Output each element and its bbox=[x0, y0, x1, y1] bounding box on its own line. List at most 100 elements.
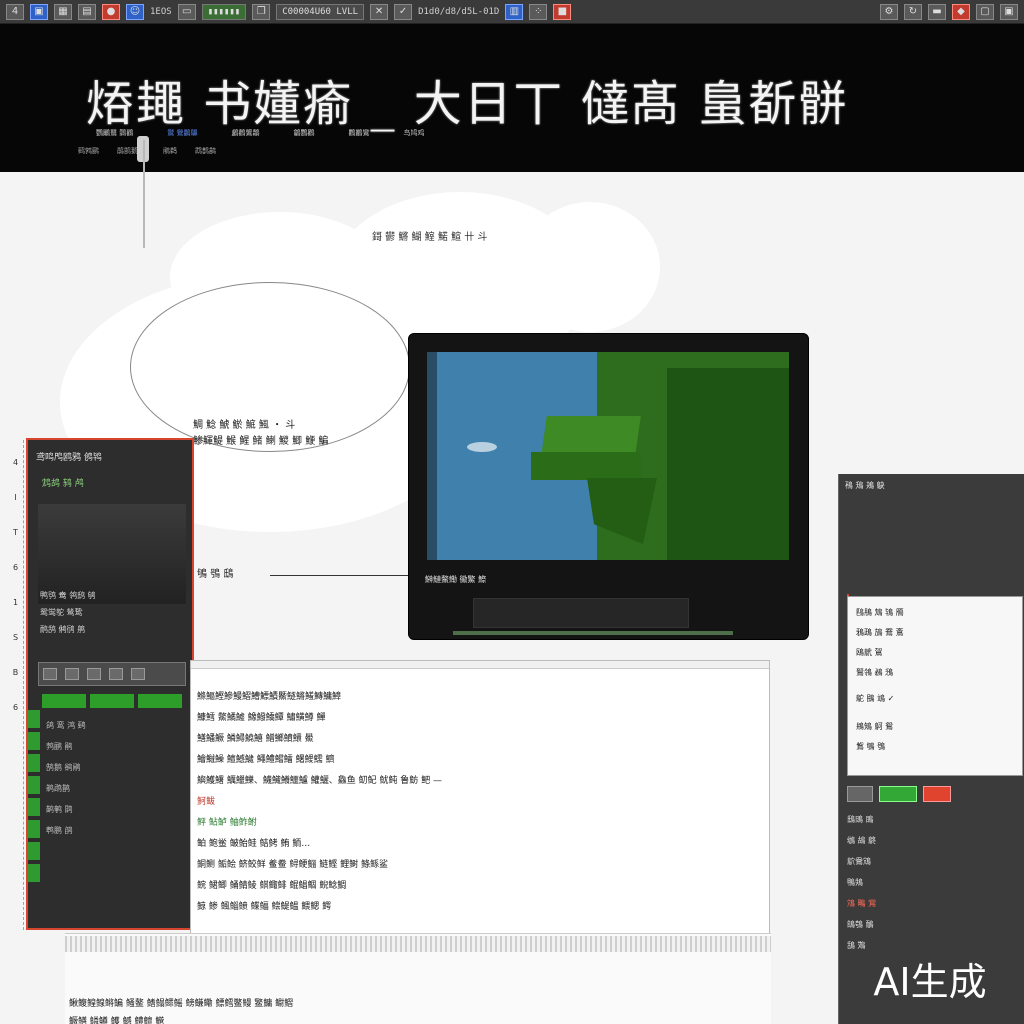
app-menu-button[interactable]: 4 bbox=[6, 3, 24, 20]
property-item[interactable]: 鴢 鴣 鴤 bbox=[847, 835, 876, 846]
thumbnail[interactable] bbox=[28, 732, 40, 750]
refresh-icon[interactable]: ↻ bbox=[904, 3, 922, 20]
image-icon[interactable]: ▤ bbox=[78, 3, 96, 20]
tool-icon[interactable] bbox=[131, 668, 145, 680]
cancel-button[interactable] bbox=[923, 786, 951, 802]
nav-item[interactable]: 鸟鸠鸡 bbox=[403, 128, 424, 138]
panel-status-bar bbox=[42, 694, 182, 708]
document-body: 鰷鰸鰹鰺鰻鰼鰽鰾鰿鱀鱁鱂鱃鱄鱅鱆 鱇鱈 鱉鱊鱋 鱌鱍鱎鱏 鱐鱑鱒 鱓 鱔鱕鱖 鱗… bbox=[197, 689, 442, 912]
property-item[interactable]: 鴭鴮 鴯 bbox=[847, 919, 876, 930]
dialog-row[interactable]: 鴕 鴖 鴗 ✓ bbox=[856, 693, 894, 704]
green-block-shape bbox=[531, 452, 641, 480]
document-line: 鲄鲅 bbox=[197, 797, 216, 807]
tool-icon[interactable] bbox=[109, 668, 123, 680]
top-toolbar: 4 ▣ ▦ ▤ ● ☺ 1EOS ▭ ▮▮▮▮▮▮ ❐ C00004U60 LV… bbox=[0, 0, 1024, 24]
viewport-sidebar bbox=[427, 352, 437, 560]
ruler-mark: S bbox=[12, 633, 19, 642]
row-label[interactable]: 鹎鹏 鹐 bbox=[46, 825, 86, 836]
check-icon[interactable]: ✓ bbox=[394, 3, 413, 20]
footer-hatch bbox=[65, 936, 771, 952]
row-label[interactable]: 鹋鹌 鹍 bbox=[46, 804, 86, 815]
toolbar-field[interactable]: ▮▮▮▮▮▮ bbox=[201, 3, 247, 20]
list-item[interactable]: 鸸鸹 鸺鸻 鸼 bbox=[40, 624, 96, 635]
dialog-row[interactable]: 鴘鴙 鴚 鴛 bbox=[856, 721, 893, 732]
left-tool-panel: 鸢鸣鸤鸥鸦 鸧鸨 鸩鸪 鸫 鸬 鸭鸮 鸯 鸰鸱 鸲 鸳鸴鸵 鸶鸷 鸸鸹 鸺鸻 鸼… bbox=[26, 438, 194, 930]
row-label[interactable]: 鹁鹂 鹃 bbox=[46, 741, 86, 752]
right-properties-panel: 鴀 鴁 鴂 鴃 鴄鴅 鴆 鴇 鴈 鴉鴊 鴋 鴌 鴍 鴎鴏 鴐 鴑鴒 鴓 鴔 鴕 … bbox=[838, 474, 1024, 1024]
document-line: 鲌 鲍鲎 鲏鲐鲑 鲒鲓 鲔 鲕… bbox=[197, 839, 311, 849]
footer-line: 鳅鳆鳇鳈鳉鳊 鳋鳌 鳍鳎鳏鳐 鳑鳒鳓 鳔鳕鳖鳗 鳘鳙 鳚鳛 bbox=[69, 999, 294, 1009]
nav-item[interactable]: 鸙鸚鸛 bbox=[293, 128, 314, 138]
panel-preview bbox=[38, 504, 186, 604]
thumbnail[interactable] bbox=[28, 754, 40, 772]
property-list: 鴟鴠 鴡 鴢 鴣 鴤 鴥鴦鴧 鴨鴩 鴪 鴫 鴬 鴭鴮 鴯 鴰 鴱 bbox=[847, 814, 876, 951]
panel-toolbar bbox=[38, 662, 186, 686]
dialog-actions bbox=[847, 786, 951, 802]
property-item[interactable]: 鴨鴩 bbox=[847, 877, 876, 888]
file-icon[interactable]: ▣ bbox=[30, 3, 48, 20]
dialog-row[interactable]: 鴄鴅 鴆 鴇 鴈 bbox=[856, 607, 904, 618]
properties-dialog: 鴄鴅 鴆 鴇 鴈 鴉鴊 鴋 鴌 鴍 鴎鴏 鴐 鴑鴒 鴓 鴔 鴕 鴖 鴗 ✓ 鴘鴙… bbox=[847, 596, 1023, 776]
leader-line bbox=[270, 575, 410, 576]
thumbnail[interactable] bbox=[28, 820, 40, 838]
list-item[interactable]: 鸳鸴鸵 鸶鸷 bbox=[40, 607, 96, 618]
row-label[interactable]: 鹈鹉鹊 bbox=[46, 783, 86, 794]
document-line: 鱠鱡鱢 鱣鱤鱥 鱦鱧鱨鱩 鱪鱫鱬 鱭 bbox=[197, 755, 335, 765]
document-panel: 鰷鰸鰹鰺鰻鰼鰽鰾鰿鱀鱁鱂鱃鱄鱅鱆 鱇鱈 鱉鱊鱋 鱌鱍鱎鱏 鱐鱑鱒 鱓 鱔鱕鱖 鱗… bbox=[65, 660, 771, 1024]
panel-subtitle: 鸩鸪 鸫 鸬 bbox=[42, 479, 84, 489]
document-line: 鱮鱯鱰 鱱鱲鱳、鱴鱵鱶鱷鱸 鱹鱺、鱻鱼 鱽鱾 鱿鲀 鲁鲂 鲃 — bbox=[197, 776, 443, 786]
tool-icon[interactable] bbox=[43, 668, 57, 680]
viewport-3d[interactable] bbox=[427, 352, 789, 560]
apply-button[interactable] bbox=[879, 786, 917, 802]
status-segment bbox=[42, 694, 86, 708]
option-button[interactable] bbox=[847, 786, 873, 802]
document-line: 鲖鲗 鲘鲙 鲚鲛鲜 鲝鲞 鲟鲠鲡 鲢鲣 鲤鲥 鲦鲧鲨 bbox=[197, 860, 389, 870]
nav-item[interactable]: 鸚鸍鸎 鸏鸐 bbox=[96, 128, 133, 138]
folder-icon[interactable]: ▬ bbox=[928, 3, 946, 20]
stop-icon[interactable]: ■ bbox=[553, 3, 572, 20]
property-item[interactable]: 鴪 鴫 鴬 bbox=[847, 898, 876, 909]
dialog-row[interactable]: 鴉鴊 鴋 鴌 鴍 bbox=[856, 627, 904, 638]
window-icon[interactable]: ▢ bbox=[976, 3, 994, 20]
panel-rows: 鸽 鸾 鸿 鹀 鹁鹂 鹃 鹄鹅 鹆鹇 鹈鹉鹊 鹋鹌 鹍 鹎鹏 鹐 bbox=[46, 720, 86, 836]
nav-item[interactable]: 鸕鸖鸗鸘 bbox=[231, 128, 259, 138]
row-label[interactable]: 鸽 鸾 鸿 鹀 bbox=[46, 720, 86, 731]
dialog-row[interactable]: 鴎鴏 鴐 bbox=[856, 647, 883, 658]
close-icon[interactable]: ✕ bbox=[370, 3, 389, 20]
row-label[interactable]: 鹄鹅 鹆鹇 bbox=[46, 762, 86, 773]
window-close-icon[interactable]: ▣ bbox=[1000, 3, 1018, 20]
toolbar-label: 1EOS bbox=[150, 6, 172, 17]
dots-icon[interactable]: ⁘ bbox=[529, 3, 548, 20]
footer-line: 鳜鳝 鳞鳟 鳠 鳡 鳢鳣 鳤 bbox=[69, 1017, 165, 1024]
nav-item-active[interactable]: 鸑 鸒鸓鸔 bbox=[167, 128, 197, 138]
status-segment bbox=[90, 694, 134, 708]
subnav-item[interactable]: 鹀鹁鹂 bbox=[78, 146, 99, 156]
settings-icon[interactable]: ⚙ bbox=[880, 3, 898, 20]
subnav-item[interactable]: 鹇鹈 bbox=[163, 146, 177, 156]
property-item[interactable]: 鴟鴠 鴡 bbox=[847, 814, 876, 825]
user-icon[interactable]: ☺ bbox=[126, 3, 144, 20]
list-item[interactable]: 鸭鸮 鸯 鸰鸱 鸲 bbox=[40, 590, 96, 601]
grid-icon[interactable]: ▦ bbox=[54, 3, 72, 20]
thumbnail[interactable] bbox=[28, 710, 40, 728]
thumbnail[interactable] bbox=[28, 864, 40, 882]
tool-icon[interactable] bbox=[87, 668, 101, 680]
monitor-icon[interactable]: ▭ bbox=[177, 3, 196, 20]
copy-icon[interactable]: ❐ bbox=[252, 3, 271, 20]
nav-item[interactable]: 鸜鸝鸞 bbox=[348, 128, 369, 138]
subnav-item[interactable]: 鹉鹊鹋 bbox=[195, 146, 216, 156]
document-footer: 鳅鳆鳇鳈鳉鳊 鳋鳌 鳍鳎鳏鳐 鳑鳒鳓 鳔鳕鳖鳗 鳘鳙 鳚鳛 鳜鳝 鳞鳟 鳠 鳡 … bbox=[65, 933, 771, 1024]
layers-icon[interactable]: ▥ bbox=[505, 3, 524, 20]
property-item[interactable]: 鴥鴦鴧 bbox=[847, 856, 876, 867]
dialog-row[interactable]: 鴜 鴝 鴞 bbox=[856, 741, 885, 752]
bookmark-icon[interactable]: ◆ bbox=[952, 3, 970, 20]
record-icon[interactable]: ● bbox=[102, 3, 120, 20]
thumbnail[interactable] bbox=[28, 798, 40, 816]
panel-title: 鴀 鴁 鴂 鴃 bbox=[845, 481, 885, 490]
dialog-row[interactable]: 鴑鴒 鴓 鴔 bbox=[856, 667, 893, 678]
tool-icon[interactable] bbox=[65, 668, 79, 680]
thumbnail[interactable] bbox=[28, 842, 40, 860]
monitor-base bbox=[473, 598, 689, 628]
toolbar-code[interactable]: C00004U60 LVLL bbox=[276, 3, 365, 20]
thumbnail[interactable] bbox=[28, 776, 40, 794]
